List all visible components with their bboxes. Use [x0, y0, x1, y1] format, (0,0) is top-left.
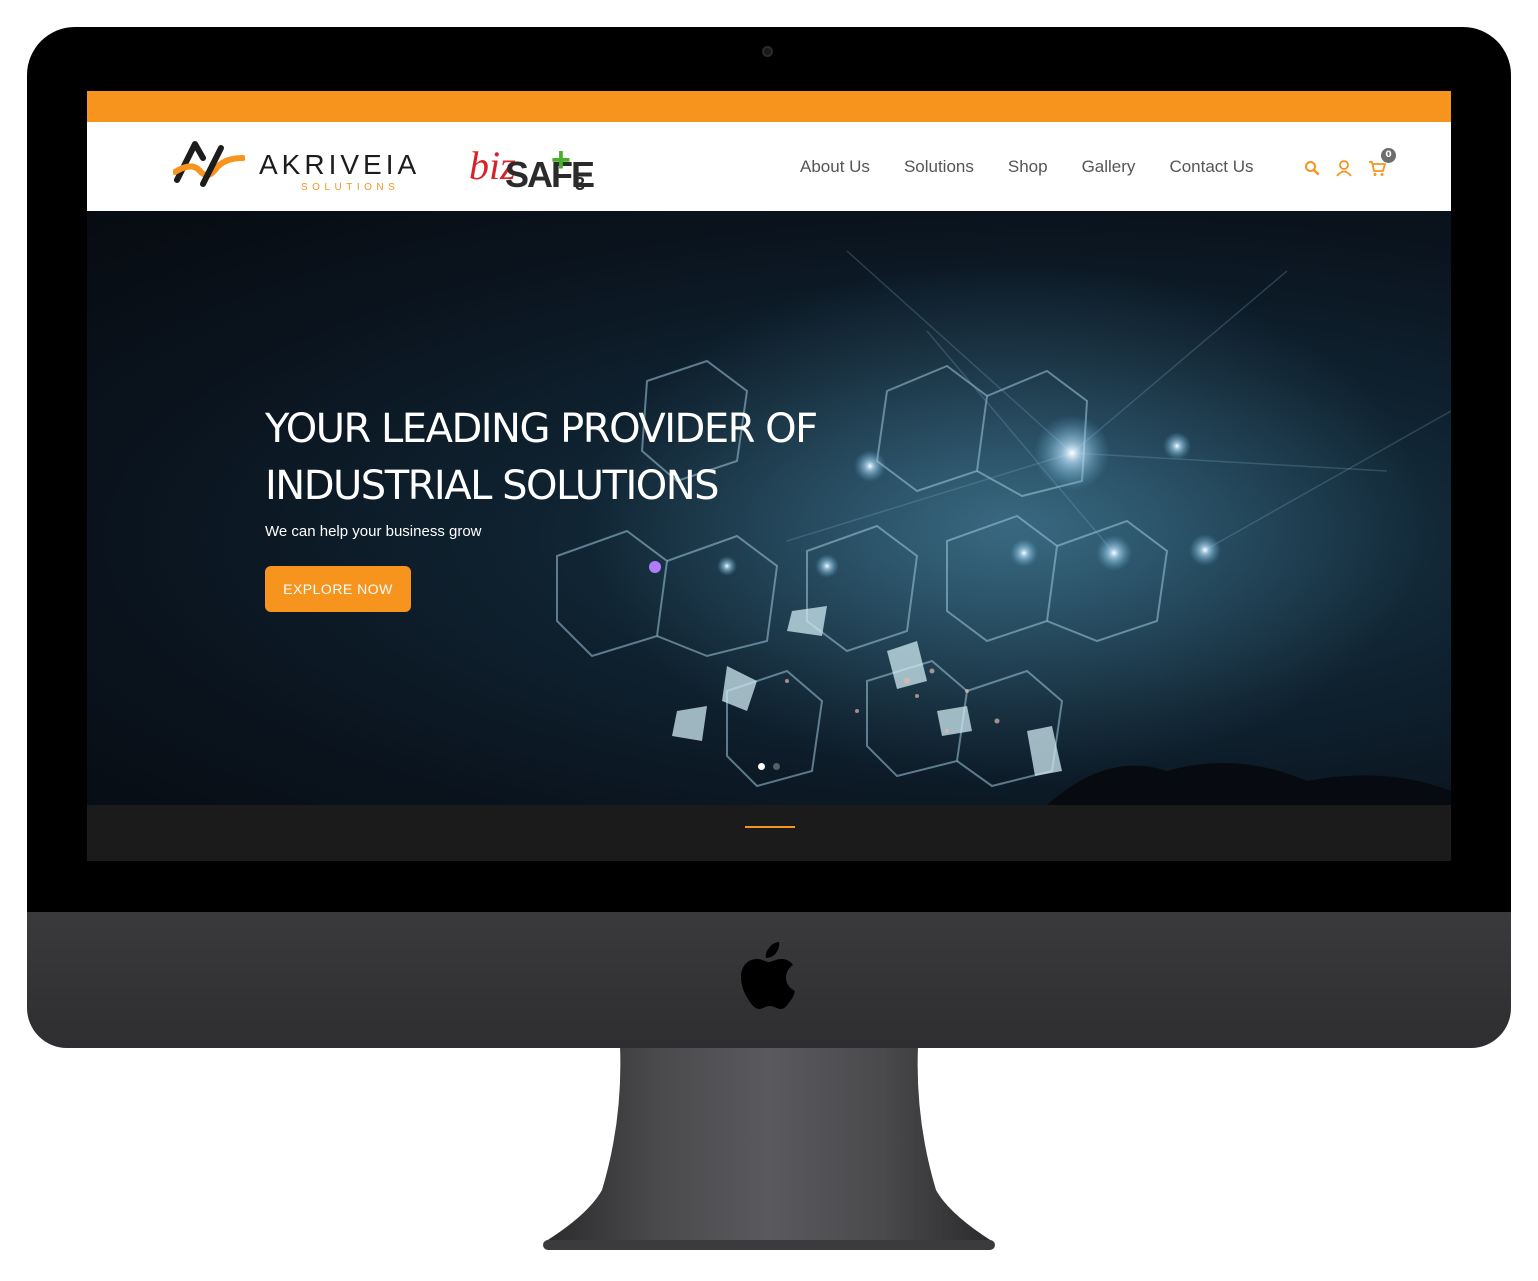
- search-icon[interactable]: [1303, 159, 1321, 177]
- slider-dot-1[interactable]: [758, 763, 765, 770]
- akriveia-subtitle: SOLUTIONS: [301, 182, 400, 193]
- hero-title-line-2: INDUSTRIAL SOLUTIONS: [265, 463, 720, 509]
- bizsafe-suffix: 3: [575, 174, 586, 194]
- explore-now-button[interactable]: EXPLORE NOW: [265, 566, 411, 612]
- nav-item-contact-us[interactable]: Contact Us: [1169, 157, 1253, 177]
- hero-subtitle: We can help your business grow: [265, 523, 482, 540]
- akriveia-logo[interactable]: AKRIVEIA SOLUTIONS: [173, 138, 439, 196]
- akriveia-wordmark: AKRIVEIA: [259, 149, 421, 180]
- hero-slider: YOUR LEADING PROVIDER OF INDUSTRIAL SOLU…: [87, 211, 1451, 805]
- nav-item-solutions[interactable]: Solutions: [904, 157, 974, 177]
- cart-count-badge: 0: [1381, 148, 1396, 163]
- nav-item-gallery[interactable]: Gallery: [1082, 157, 1136, 177]
- apple-logo-icon: [741, 942, 795, 1009]
- top-accent-bar: [87, 91, 1451, 122]
- site-header: AKRIVEIA SOLUTIONS biz SAFE + 3 About Us…: [87, 122, 1451, 211]
- section-divider: [745, 826, 795, 828]
- bizsafe-logo[interactable]: biz SAFE + 3: [469, 136, 595, 200]
- main-nav: About Us Solutions Shop Gallery Contact …: [800, 157, 1254, 177]
- slider-pagination: [758, 763, 780, 770]
- camera-icon: [762, 46, 773, 57]
- hero-title: YOUR LEADING PROVIDER OF INDUSTRIAL SOLU…: [265, 401, 905, 515]
- nav-item-about-us[interactable]: About Us: [800, 157, 870, 177]
- hero-title-line-1: YOUR LEADING PROVIDER OF: [265, 406, 818, 452]
- nav-item-shop[interactable]: Shop: [1008, 157, 1048, 177]
- slider-dot-2[interactable]: [773, 763, 780, 770]
- website-screen: AKRIVEIA SOLUTIONS biz SAFE + 3 About Us…: [87, 91, 1451, 861]
- user-icon[interactable]: [1335, 159, 1353, 177]
- bizsafe-plus: +: [551, 141, 571, 179]
- akriveia-mark-icon: [173, 141, 245, 187]
- section-band: [87, 805, 1451, 861]
